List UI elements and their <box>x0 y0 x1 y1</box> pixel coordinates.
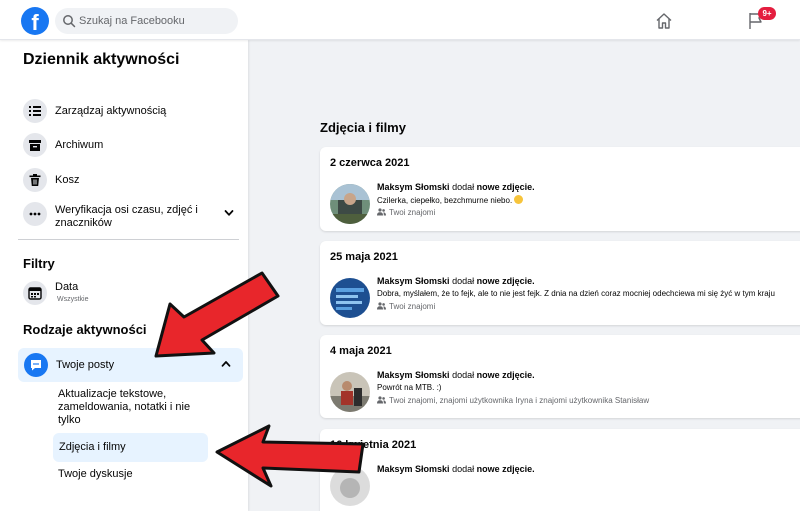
list-icon <box>23 99 47 123</box>
sidebar-item-archive[interactable]: Archiwum <box>18 131 240 161</box>
photo-thumbnail[interactable] <box>330 372 370 412</box>
activity-date: 25 maja 2021 <box>330 251 398 263</box>
your-posts-label: Twoje posty <box>56 359 115 371</box>
date-filter-label: Data <box>55 281 79 293</box>
sidebar-item-label: Zarządzaj aktywnością <box>55 105 167 117</box>
sub-item-discussions[interactable]: Twoje dyskusje <box>58 468 133 480</box>
activity-description: Czilerka, ciepełko, bezchmurne niebo. <box>377 195 524 205</box>
activity-date: 2 czerwca 2021 <box>330 157 410 169</box>
sub-item-text-updates[interactable]: Aktualizacje tekstowe, zameldowania, not… <box>58 388 208 427</box>
audience: Twoi znajomi, znajomi użytkownika Iryna … <box>377 396 649 405</box>
search-input[interactable] <box>79 13 229 29</box>
trash-icon <box>23 168 47 192</box>
activity-card[interactable]: 16 kwietnia 2021 Maksym Słomski dodał no… <box>320 429 800 511</box>
sidebar-item-label: Archiwum <box>55 139 104 151</box>
activity-headline: Maksym Słomski dodał nowe zdjęcie. <box>377 276 535 286</box>
photo-thumbnail[interactable] <box>330 278 370 318</box>
activity-headline: Maksym Słomski dodał nowe zdjęcie. <box>377 182 535 192</box>
activity-types-heading: Rodzaje aktywności <box>23 322 147 337</box>
home-icon[interactable] <box>655 12 673 30</box>
activity-description: Powrót na MTB. :) <box>377 383 442 392</box>
friends-icon <box>377 208 386 216</box>
sidebar-item-manage-activity[interactable]: Zarządzaj aktywnością <box>18 97 240 127</box>
app-window: f 9+ Dziennik aktywności Zarządzaj aktyw… <box>0 0 800 511</box>
facebook-logo[interactable]: f <box>21 7 49 35</box>
audience: Twoi znajomi <box>377 302 435 311</box>
sidebar-divider <box>18 239 239 240</box>
notification-badge: 9+ <box>758 7 776 20</box>
audience: Twoi znajomi <box>377 208 435 217</box>
search-box[interactable] <box>55 8 238 34</box>
section-title: Zdjęcia i filmy <box>320 120 406 135</box>
photo-thumbnail[interactable] <box>330 184 370 224</box>
activity-description: Dobra, myślałem, że to fejk, ale to nie … <box>377 289 775 298</box>
smile-emoji-icon <box>514 195 524 204</box>
sidebar-item-label: Weryfikacja osi czasu, zdjęć i znacznikó… <box>55 204 198 229</box>
sidebar-item-label: Kosz <box>55 174 80 186</box>
activity-card[interactable]: 2 czerwca 2021 Maksym Słomski dodał nowe… <box>320 147 800 231</box>
post-icon <box>24 353 48 377</box>
activity-card[interactable]: 25 maja 2021 Maksym Słomski dodał nowe z… <box>320 241 800 325</box>
activity-headline: Maksym Słomski dodał nowe zdjęcie. <box>377 370 535 380</box>
sidebar-item-timeline-review[interactable]: Weryfikacja osi czasu, zdjęć i znacznikó… <box>18 200 240 230</box>
activity-card[interactable]: 4 maja 2021 Maksym Słomski dodał nowe zd… <box>320 335 800 418</box>
more-icon <box>23 202 47 226</box>
red-arrow-icon <box>154 271 280 358</box>
filters-heading: Filtry <box>23 256 55 271</box>
friends-icon <box>377 302 386 310</box>
activity-headline: Maksym Słomski dodał nowe zdjęcie. <box>377 464 535 474</box>
sidebar-item-trash[interactable]: Kosz <box>18 166 240 196</box>
page-title: Dziennik aktywności <box>23 51 180 68</box>
activity-date: 4 maja 2021 <box>330 345 392 357</box>
red-arrow-icon <box>215 424 365 488</box>
search-icon <box>63 15 76 28</box>
archive-icon <box>23 133 47 157</box>
chevron-down-icon[interactable] <box>224 208 234 218</box>
date-filter-value: Wszystkie <box>57 296 89 303</box>
top-bar: f 9+ <box>0 0 800 40</box>
calendar-icon <box>23 281 47 305</box>
sub-item-label: Zdjęcia i filmy <box>59 441 126 453</box>
sub-item-photos-videos[interactable]: Zdjęcia i filmy <box>53 433 208 462</box>
friends-icon <box>377 396 386 404</box>
